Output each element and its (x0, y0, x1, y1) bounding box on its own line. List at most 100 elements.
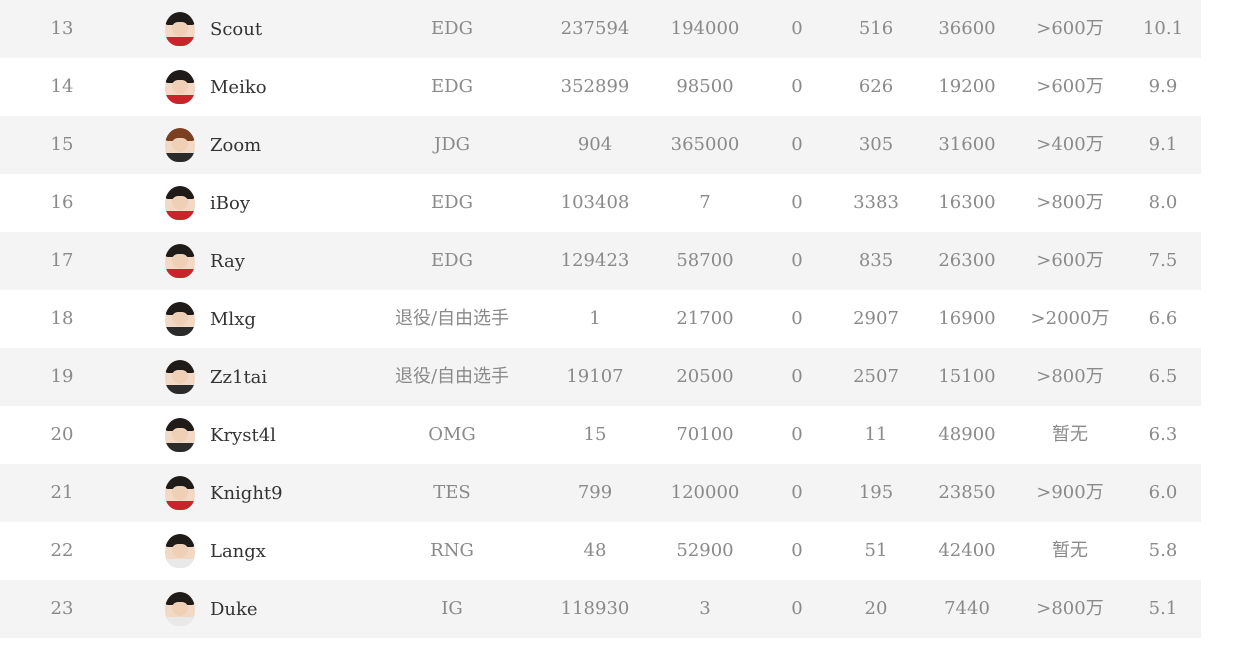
value-cell: >400万 (1036, 134, 1104, 155)
stat-cell-4: 195 (858, 482, 894, 503)
player-cell[interactable]: Ray (165, 232, 245, 290)
stat-cell-1: 103408 (560, 192, 630, 213)
team-cell: EDG (431, 18, 473, 39)
score-cell: 7.5 (1148, 250, 1178, 271)
table-row[interactable]: 20 Kryst4l OMG 15 70100 0 11 48900 暂无 6.… (0, 406, 1201, 464)
rank-cell: 14 (50, 76, 74, 97)
player-cell[interactable]: Mlxg (165, 290, 256, 348)
player-cell[interactable]: Kryst4l (165, 406, 276, 464)
rank-cell: 23 (50, 598, 74, 619)
stat-cell-1: 19107 (566, 366, 624, 387)
table-row[interactable]: 13 Scout EDG 237594 194000 0 516 36600 >… (0, 0, 1201, 58)
stat-cell-4: 516 (858, 18, 894, 39)
value-cell: >800万 (1036, 598, 1104, 619)
player-avatar (165, 418, 195, 452)
stat-cell-5: 42400 (938, 540, 996, 561)
table-row[interactable]: 16 iBoy EDG 103408 7 0 3383 16300 >800万 … (0, 174, 1201, 232)
player-name[interactable]: Langx (210, 541, 266, 562)
player-name[interactable]: Ray (210, 251, 245, 272)
player-name[interactable]: Zoom (210, 135, 261, 156)
player-name[interactable]: Scout (210, 19, 262, 40)
player-name[interactable]: Meiko (210, 77, 267, 98)
stat-cell-1: 129423 (560, 250, 630, 271)
table-row[interactable]: 21 Knight9 TES 799 120000 0 195 23850 >9… (0, 464, 1201, 522)
table-row[interactable]: 22 Langx RNG 48 52900 0 51 42400 暂无 5.8 (0, 522, 1201, 580)
player-cell[interactable]: Duke (165, 580, 258, 638)
table-row[interactable]: 15 Zoom JDG 904 365000 0 305 31600 >400万… (0, 116, 1201, 174)
stat-cell-5: 26300 (938, 250, 996, 271)
value-cell: >2000万 (1030, 308, 1110, 329)
player-cell[interactable]: Langx (165, 522, 266, 580)
stat-cell-3: 0 (791, 482, 803, 503)
rank-cell: 13 (50, 18, 74, 39)
stat-cell-5: 16900 (938, 308, 996, 329)
player-name[interactable]: Duke (210, 599, 258, 620)
score-cell: 8.0 (1148, 192, 1178, 213)
team-cell: EDG (431, 250, 473, 271)
stat-cell-2: 120000 (670, 482, 740, 503)
player-ranking-table: 13 Scout EDG 237594 194000 0 516 36600 >… (0, 0, 1201, 638)
rank-cell: 17 (50, 250, 74, 271)
team-cell: 退役/自由选手 (394, 308, 510, 329)
stat-cell-1: 15 (583, 424, 607, 445)
table-row[interactable]: 19 Zz1tai 退役/自由选手 19107 20500 0 2507 151… (0, 348, 1201, 406)
stat-cell-3: 0 (791, 18, 803, 39)
player-avatar (165, 128, 195, 162)
stat-cell-1: 237594 (560, 18, 630, 39)
player-name[interactable]: Kryst4l (210, 425, 276, 446)
stat-cell-2: 52900 (676, 540, 734, 561)
value-cell: >600万 (1036, 76, 1104, 97)
stat-cell-4: 51 (864, 540, 888, 561)
player-name[interactable]: Mlxg (210, 309, 256, 330)
player-cell[interactable]: Meiko (165, 58, 267, 116)
player-avatar (165, 186, 195, 220)
table-row[interactable]: 23 Duke IG 118930 3 0 20 7440 >800万 5.1 (0, 580, 1201, 638)
stat-cell-1: 904 (577, 134, 613, 155)
stat-cell-2: 98500 (676, 76, 734, 97)
stat-cell-4: 11 (864, 424, 888, 445)
value-cell: >600万 (1036, 250, 1104, 271)
player-name[interactable]: Zz1tai (210, 367, 267, 388)
score-cell: 9.9 (1148, 76, 1178, 97)
score-cell: 6.3 (1148, 424, 1178, 445)
team-cell: OMG (428, 424, 476, 445)
player-name[interactable]: iBoy (210, 193, 250, 214)
table-row[interactable]: 14 Meiko EDG 352899 98500 0 626 19200 >6… (0, 58, 1201, 116)
rank-cell: 19 (50, 366, 74, 387)
stat-cell-3: 0 (791, 598, 803, 619)
stat-cell-2: 3 (699, 598, 711, 619)
stat-cell-2: 7 (699, 192, 711, 213)
player-avatar (165, 592, 195, 626)
score-cell: 5.1 (1148, 598, 1178, 619)
table-row[interactable]: 17 Ray EDG 129423 58700 0 835 26300 >600… (0, 232, 1201, 290)
table-row[interactable]: 18 Mlxg 退役/自由选手 1 21700 0 2907 16900 >20… (0, 290, 1201, 348)
player-cell[interactable]: Scout (165, 0, 262, 58)
player-cell[interactable]: Zoom (165, 116, 261, 174)
team-cell: JDG (433, 134, 471, 155)
player-cell[interactable]: Knight9 (165, 464, 283, 522)
stat-cell-1: 799 (577, 482, 613, 503)
rank-cell: 16 (50, 192, 74, 213)
value-cell: 暂无 (1052, 540, 1088, 561)
stat-cell-5: 7440 (944, 598, 990, 619)
team-cell: RNG (430, 540, 474, 561)
rank-cell: 20 (50, 424, 74, 445)
value-cell: >900万 (1036, 482, 1104, 503)
stat-cell-4: 20 (864, 598, 888, 619)
score-cell: 6.6 (1148, 308, 1178, 329)
player-name[interactable]: Knight9 (210, 483, 283, 504)
player-avatar (165, 70, 195, 104)
player-cell[interactable]: Zz1tai (165, 348, 267, 406)
stat-cell-5: 15100 (938, 366, 996, 387)
stat-cell-3: 0 (791, 250, 803, 271)
rank-cell: 15 (50, 134, 74, 155)
rank-cell: 18 (50, 308, 74, 329)
stat-cell-2: 20500 (676, 366, 734, 387)
stat-cell-5: 48900 (938, 424, 996, 445)
score-cell: 6.0 (1148, 482, 1178, 503)
stat-cell-4: 3383 (853, 192, 899, 213)
stat-cell-5: 23850 (938, 482, 996, 503)
stat-cell-2: 365000 (670, 134, 740, 155)
stat-cell-4: 305 (858, 134, 894, 155)
player-cell[interactable]: iBoy (165, 174, 250, 232)
